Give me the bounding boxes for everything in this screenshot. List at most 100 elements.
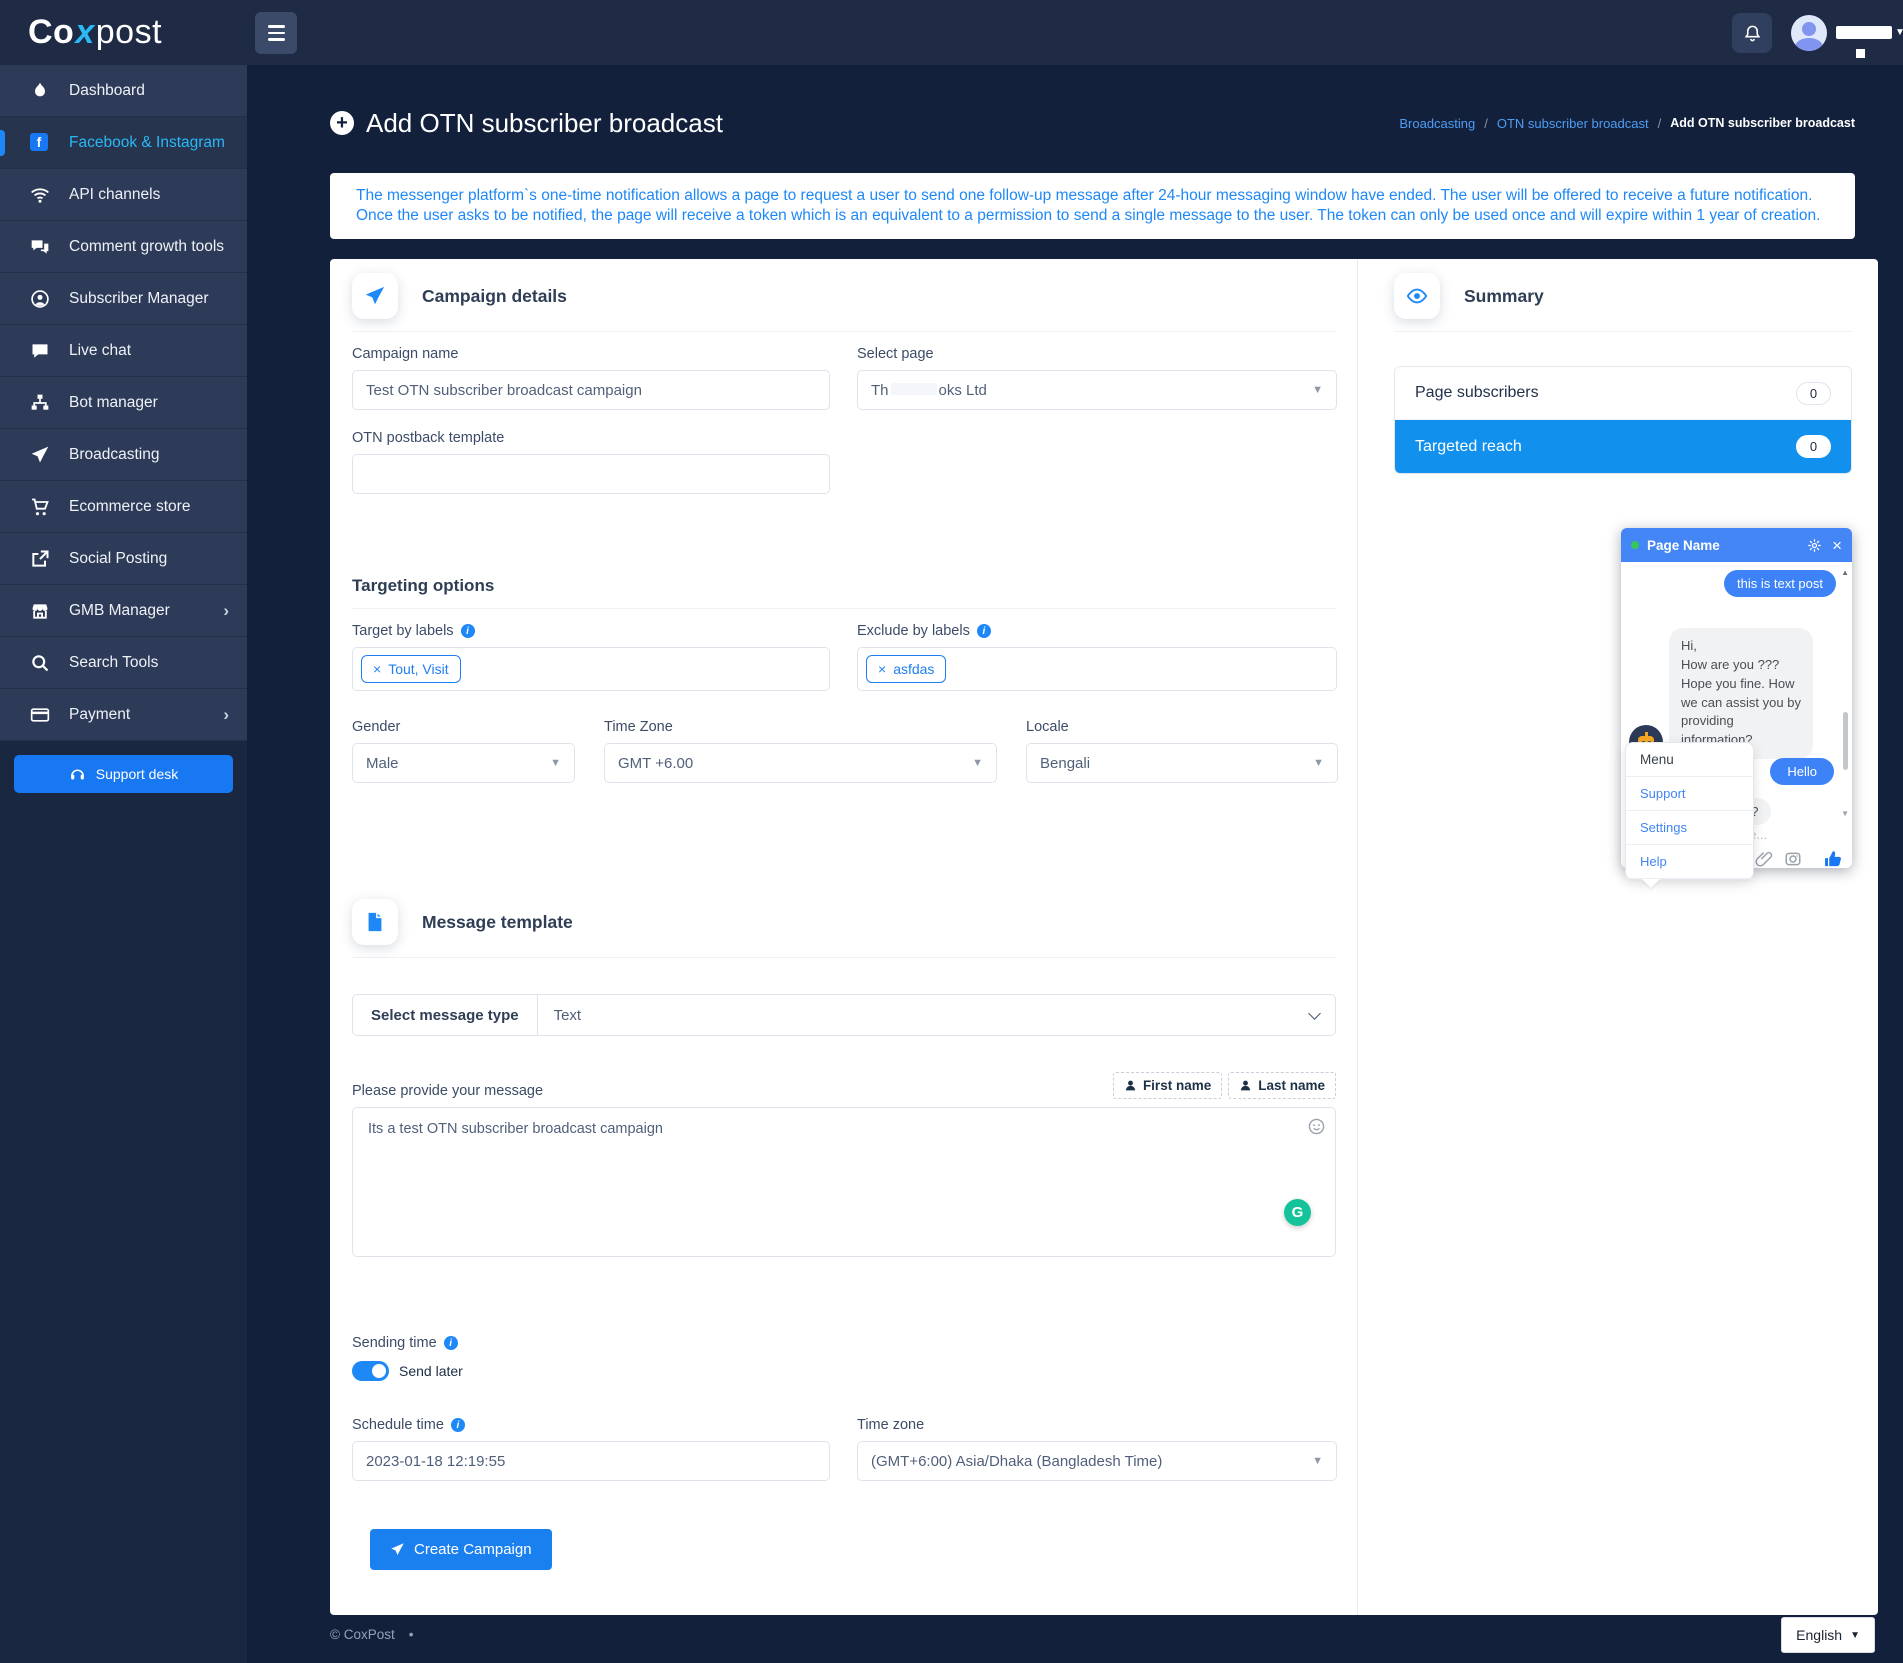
sidebar-item-label: Ecommerce store [69,498,190,516]
user-name-redacted[interactable] [1836,26,1892,39]
camera-icon[interactable] [1784,850,1802,868]
user-menu-caret-icon[interactable]: ▼ [1895,27,1903,38]
sidebar-item-label: Payment [69,706,130,724]
main-card: Campaign details Campaign name Test OTN … [330,259,1878,1615]
sidebar-item-social-posting[interactable]: Social Posting [0,533,247,585]
sidebar-item-gmb-manager[interactable]: GMB Manager › [0,585,247,637]
menu-item-help[interactable]: Help [1626,845,1753,879]
breadcrumb-otn-subscriber-broadcast[interactable]: OTN subscriber broadcast [1497,116,1649,131]
info-alert: The messenger platform`s one-time notifi… [330,173,1855,239]
page-subscribers-row[interactable]: Page subscribers 0 [1395,367,1851,420]
flame-icon [30,81,50,101]
exclude-label-tag[interactable]: ×asfdas [866,655,946,683]
breadcrumb: Broadcasting / OTN subscriber broadcast … [1399,116,1855,131]
chat-bubble-icon [30,341,50,361]
caret-down-icon: ▼ [1312,384,1323,396]
select-page-dropdown[interactable]: Thoks Ltd ▼ [857,370,1337,410]
otn-postback-input[interactable] [352,454,830,494]
summary-column: Summary Page subscribers 0 Targeted reac… [1358,259,1878,1615]
insert-last-name-button[interactable]: Last name [1228,1072,1336,1099]
targeting-options-heading: Targeting options [352,576,1336,596]
scroll-up-icon[interactable]: ▲ [1841,568,1849,577]
footer-dot: • [409,1627,414,1642]
notifications-button[interactable] [1732,13,1772,53]
user-avatar[interactable] [1791,15,1827,51]
paper-plane-icon [352,273,398,319]
sending-time-label: Sending time [352,1335,437,1351]
target-labels-input[interactable]: ×Tout, Visit [352,647,830,691]
comments-icon [30,237,50,257]
schedule-time-input[interactable]: 2023-01-18 12:19:55 [352,1441,830,1481]
emoji-picker-icon[interactable] [1308,1118,1325,1135]
sidebar-item-label: Comment growth tools [69,238,224,256]
grammarly-icon[interactable]: G [1284,1199,1311,1226]
timezone-dropdown[interactable]: GMT +6.00▼ [604,743,997,783]
incoming-message-bubble: Hi, How are you ??? Hope you fine. How w… [1669,628,1813,759]
cart-icon [30,497,50,517]
chat-close-icon[interactable]: × [1832,537,1842,554]
remove-tag-icon[interactable]: × [373,661,381,677]
form-column: Campaign details Campaign name Test OTN … [330,259,1358,1615]
locale-dropdown[interactable]: Bengali▼ [1026,743,1338,783]
caret-down-icon: ▼ [1850,1630,1860,1641]
chat-scrollbar-thumb[interactable] [1843,712,1848,770]
send-later-toggle[interactable] [352,1361,389,1381]
thumbs-up-icon[interactable] [1823,849,1843,869]
info-icon[interactable]: i [461,624,475,638]
sidebar-item-ecommerce-store[interactable]: Ecommerce store [0,481,247,533]
info-icon[interactable]: i [977,624,991,638]
persistent-menu-popup: Menu Support Settings Help [1625,742,1754,880]
sidebar-item-comment-growth-tools[interactable]: Comment growth tools [0,221,247,273]
sidebar-toggle-button[interactable] [255,12,297,54]
message-textarea[interactable]: Its a test OTN subscriber broadcast camp… [352,1107,1336,1257]
copyright-text: © CoxPost [330,1627,395,1642]
facebook-icon: f [30,133,50,153]
remove-tag-icon[interactable]: × [878,661,886,677]
gender-dropdown[interactable]: Male▼ [352,743,575,783]
create-campaign-button[interactable]: Create Campaign [370,1529,552,1570]
menu-title: Menu [1626,743,1753,777]
info-icon[interactable]: i [451,1418,465,1432]
campaign-name-input[interactable]: Test OTN subscriber broadcast campaign [352,370,830,410]
sidebar-item-search-tools[interactable]: Search Tools [0,637,247,689]
person-icon [1239,1079,1252,1092]
wifi-icon [30,185,50,205]
chat-settings-gear-icon[interactable] [1807,538,1822,553]
person-icon [1124,1079,1137,1092]
campaign-details-heading: Campaign details [422,286,567,307]
paper-plane-icon [30,445,50,465]
share-icon [30,549,50,569]
exclude-labels-input[interactable]: ×asfdas [857,647,1337,691]
sidebar-item-label: Social Posting [69,550,167,568]
sidebar-item-live-chat[interactable]: Live chat [0,325,247,377]
send-later-label: Send later [399,1363,463,1379]
credit-card-icon [30,705,50,725]
sidebar-item-payment[interactable]: Payment › [0,689,247,741]
paperclip-icon[interactable] [1755,850,1773,868]
sidebar-item-bot-manager[interactable]: Bot manager [0,377,247,429]
scroll-down-icon[interactable]: ▼ [1841,809,1849,818]
info-icon[interactable]: i [444,1336,458,1350]
sidebar-item-facebook-instagram[interactable]: f Facebook & Instagram [0,117,247,169]
menu-item-support[interactable]: Support [1626,777,1753,811]
support-desk-button[interactable]: Support desk [14,755,233,793]
sidebar-item-subscriber-manager[interactable]: Subscriber Manager [0,273,247,325]
sidebar-item-broadcasting[interactable]: Broadcasting [0,429,247,481]
redaction-artifact [1856,49,1865,58]
bell-icon [1743,24,1762,43]
sidebar-item-label: Subscriber Manager [69,290,209,308]
sidebar-item-dashboard[interactable]: Dashboard [0,65,247,117]
caret-down-icon: ▼ [550,757,561,769]
message-type-select[interactable]: Text [538,994,1336,1036]
language-selector[interactable]: English ▼ [1781,1617,1875,1653]
schedule-timezone-dropdown[interactable]: (GMT+6:00) Asia/Dhaka (Bangladesh Time)▼ [857,1441,1337,1481]
target-label-tag[interactable]: ×Tout, Visit [361,655,461,683]
plus-circle-icon: + [330,111,354,135]
caret-down-icon: ▼ [1313,757,1324,769]
insert-first-name-button[interactable]: First name [1113,1072,1222,1099]
targeted-reach-row[interactable]: Targeted reach 0 [1395,420,1851,473]
chat-body: this is text post Hi, How are you ??? Ho… [1621,562,1852,824]
sidebar-item-api-channels[interactable]: API channels [0,169,247,221]
breadcrumb-broadcasting[interactable]: Broadcasting [1399,116,1475,131]
menu-item-settings[interactable]: Settings [1626,811,1753,845]
